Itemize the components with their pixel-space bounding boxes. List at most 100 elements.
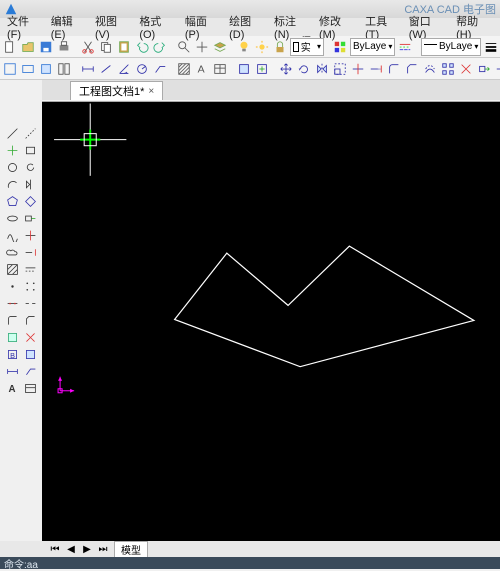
undo-icon[interactable] [134, 38, 150, 56]
hatch-icon[interactable] [176, 60, 192, 78]
text-icon[interactable]: A [194, 60, 210, 78]
line-icon[interactable] [4, 125, 20, 141]
construction-line-icon[interactable] [22, 125, 38, 141]
layer-color-swatch [293, 42, 299, 52]
drawing-svg [42, 102, 500, 557]
dim-angular-icon[interactable] [116, 60, 132, 78]
arc-icon[interactable] [4, 176, 20, 192]
linetype-selector[interactable]: ByLaye ▾ [350, 38, 395, 56]
dim-radius-icon[interactable] [134, 60, 150, 78]
svg-text:A: A [198, 63, 205, 75]
polyline-shape[interactable] [175, 246, 474, 367]
table-icon[interactable] [212, 60, 228, 78]
wblock-icon[interactable] [22, 346, 38, 362]
cloud-icon[interactable] [4, 244, 20, 260]
ellipse-icon[interactable] [4, 210, 20, 226]
leader2-icon[interactable] [22, 363, 38, 379]
hatch2-icon[interactable] [4, 261, 20, 277]
extend2-icon[interactable] [22, 244, 38, 260]
tab-scroll-last-icon[interactable]: ⏭ [98, 544, 108, 555]
print-icon[interactable] [56, 38, 72, 56]
array2-icon[interactable] [22, 278, 38, 294]
tab-scroll-first-icon[interactable]: ⏮ [50, 544, 60, 555]
layer-selector[interactable]: 租实线 ▾ [290, 38, 324, 56]
save-icon[interactable] [38, 38, 54, 56]
new-icon[interactable] [2, 38, 18, 56]
lineweight-selector[interactable]: ByLaye ▾ [421, 38, 481, 56]
color-picker-icon[interactable] [332, 38, 348, 56]
trim-icon[interactable] [350, 60, 366, 78]
layers-icon[interactable] [212, 38, 228, 56]
dim-linear-icon[interactable] [80, 60, 96, 78]
divide-icon[interactable] [4, 295, 20, 311]
bulb-icon[interactable] [236, 38, 252, 56]
work-area: B A [0, 80, 500, 557]
paste-icon[interactable] [116, 38, 132, 56]
break2-icon[interactable] [22, 295, 38, 311]
circle-icon[interactable] [4, 159, 20, 175]
scale-icon[interactable] [332, 60, 348, 78]
svg-text:B: B [10, 350, 15, 359]
chevron-down-icon: ▾ [474, 42, 478, 51]
model-tab[interactable]: 模型 [114, 541, 148, 558]
pan-icon[interactable] [194, 38, 210, 56]
table2-icon[interactable] [22, 380, 38, 396]
zoom-icon[interactable] [176, 38, 192, 56]
stretch-icon[interactable] [476, 60, 492, 78]
cut-icon[interactable] [80, 38, 96, 56]
polygon-icon[interactable] [4, 193, 20, 209]
lineweight-settings-icon[interactable] [483, 38, 499, 56]
chamfer-icon[interactable] [404, 60, 420, 78]
tool-3-icon[interactable] [38, 60, 54, 78]
block-icon[interactable] [236, 60, 252, 78]
rotate-left-icon[interactable] [22, 159, 38, 175]
break-icon[interactable] [494, 60, 500, 78]
insert-icon[interactable] [254, 60, 270, 78]
explode2-icon[interactable] [22, 329, 38, 345]
polygon2-icon[interactable] [22, 193, 38, 209]
dim-aligned-icon[interactable] [98, 60, 114, 78]
tool-4-icon[interactable] [56, 60, 72, 78]
linetype-manager-icon[interactable] [397, 38, 413, 56]
open-icon[interactable] [20, 38, 36, 56]
rotate-icon[interactable] [296, 60, 312, 78]
text2-icon[interactable]: A [4, 380, 20, 396]
linetype-name: ByLaye [353, 41, 386, 52]
array-icon[interactable] [440, 60, 456, 78]
tool-1-icon[interactable] [2, 60, 18, 78]
move-cross-icon[interactable] [4, 142, 20, 158]
spline-icon[interactable] [4, 227, 20, 243]
move-icon[interactable] [278, 60, 294, 78]
chamfer2-icon[interactable] [22, 312, 38, 328]
stretch2-icon[interactable] [22, 210, 38, 226]
menu-bar: 文件(F) 编辑(E) 视图(V) 格式(O) 幅面(P) 绘图(D) 标注(N… [0, 18, 500, 36]
block-insert-icon[interactable]: B [4, 346, 20, 362]
lineweight-name: ByLaye [439, 41, 472, 52]
fillet2-icon[interactable] [4, 312, 20, 328]
copy-icon[interactable] [98, 38, 114, 56]
mirror2-icon[interactable] [22, 176, 38, 192]
chevron-down-icon: ▾ [317, 42, 321, 51]
extend-icon[interactable] [368, 60, 384, 78]
dim-icon[interactable] [4, 363, 20, 379]
rect-icon[interactable] [22, 142, 38, 158]
region-icon[interactable] [4, 329, 20, 345]
drawing-canvas[interactable] [42, 102, 500, 557]
tool-2-icon[interactable] [20, 60, 36, 78]
svg-text:A: A [8, 383, 15, 394]
redo-icon[interactable] [152, 38, 168, 56]
lock-icon[interactable] [272, 38, 288, 56]
command-line-text[interactable]: 命令:aa [4, 556, 38, 571]
offset2-icon[interactable] [22, 261, 38, 277]
explode-icon[interactable] [458, 60, 474, 78]
mirror-icon[interactable] [314, 60, 330, 78]
toolbar-draw: A [0, 58, 500, 80]
trim2-icon[interactable] [22, 227, 38, 243]
fillet-icon[interactable] [386, 60, 402, 78]
point-icon[interactable] [4, 278, 20, 294]
sun-icon[interactable] [254, 38, 270, 56]
tab-scroll-prev-icon[interactable]: ◀ [66, 544, 76, 555]
offset-icon[interactable] [422, 60, 438, 78]
tab-scroll-next-icon[interactable]: ▶ [82, 544, 92, 555]
leader-icon[interactable] [152, 60, 168, 78]
